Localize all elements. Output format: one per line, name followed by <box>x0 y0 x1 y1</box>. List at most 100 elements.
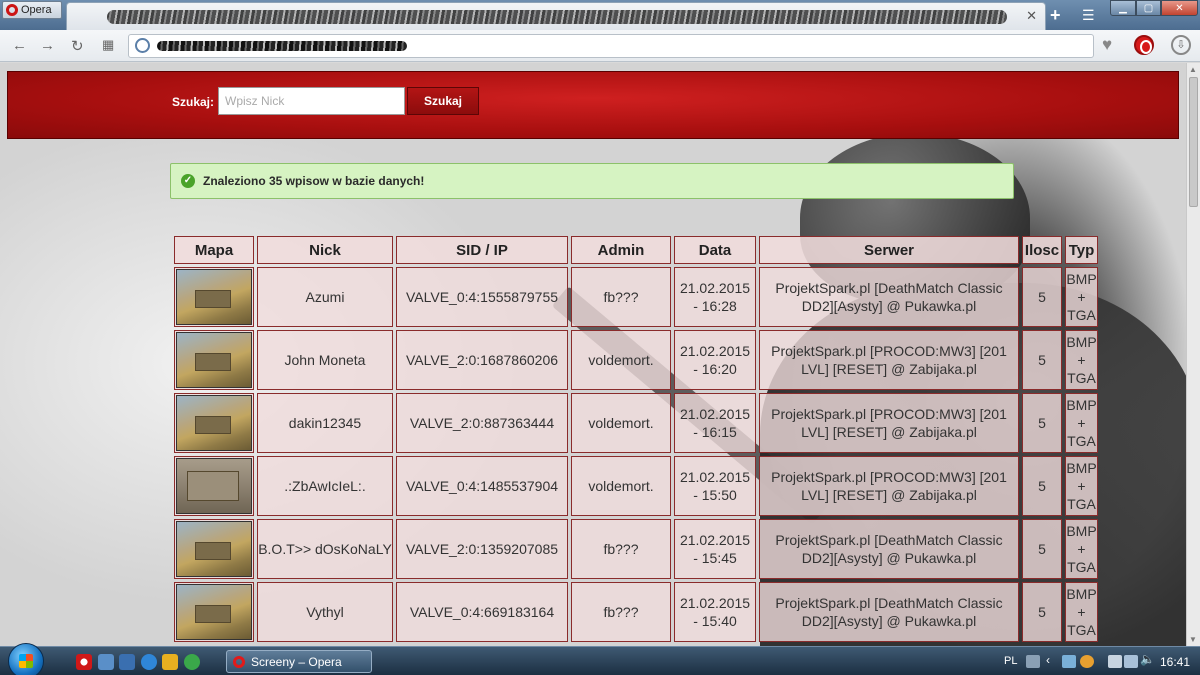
minimize-button[interactable]: ▁ <box>1110 0 1136 16</box>
type-line2: + <box>1077 289 1086 305</box>
keyboard-icon[interactable] <box>1026 655 1040 668</box>
opera-turbo-icon[interactable] <box>1134 35 1154 55</box>
search-button[interactable]: Szukaj <box>407 87 479 115</box>
reload-icon[interactable]: ↻ <box>71 37 84 55</box>
tab-close-icon[interactable]: ✕ <box>1026 8 1037 24</box>
sid-cell: VALVE_2:0:1359207085 <box>396 519 568 579</box>
count-cell: 5 <box>1022 456 1062 516</box>
map-thumbnail[interactable] <box>176 332 252 388</box>
date-text: 21.02.2015 <box>679 595 751 611</box>
sid-cell: VALVE_2:0:1687860206 <box>396 330 568 390</box>
search-input[interactable] <box>218 87 405 115</box>
clock[interactable]: 16:41 <box>1160 655 1190 669</box>
tray-expand-icon[interactable]: ‹ <box>1046 653 1060 667</box>
utorrent-icon[interactable] <box>184 654 200 670</box>
date-cell: 21.02.2015 - 15:45 <box>674 519 756 579</box>
server-text-line2: LVL] [RESET] @ Zabijaka.pl <box>801 424 977 440</box>
address-bar[interactable] <box>128 34 1094 58</box>
map-thumbnail[interactable] <box>176 269 252 325</box>
map-thumbnail[interactable] <box>176 395 252 451</box>
column-header-mapa[interactable]: Mapa <box>174 236 254 264</box>
new-tab-button[interactable]: + <box>1050 5 1061 26</box>
type-line3: TGA <box>1067 559 1096 575</box>
scroll-up-icon[interactable]: ▲ <box>1189 65 1197 74</box>
opera-menu-label: Opera <box>21 4 52 16</box>
redacted-url <box>157 41 407 51</box>
ie-icon[interactable] <box>141 654 157 670</box>
media-player-icon[interactable] <box>162 654 178 670</box>
column-header-typ[interactable]: Typ <box>1065 236 1098 264</box>
site-info-icon[interactable] <box>135 38 150 53</box>
type-line3: TGA <box>1067 370 1096 386</box>
time-text: - 15:45 <box>693 550 737 566</box>
column-header-data[interactable]: Data <box>674 236 756 264</box>
type-cell: BMP + TGA <box>1065 519 1098 579</box>
count-cell: 5 <box>1022 267 1062 327</box>
scroll-down-icon[interactable]: ▼ <box>1189 635 1197 644</box>
nick-cell: John Moneta <box>257 330 393 390</box>
server-text-line2: DD2][Asysty] @ Pukawka.pl <box>801 550 977 566</box>
type-line3: TGA <box>1067 496 1096 512</box>
opera-menu-button[interactable]: Opera <box>2 1 62 19</box>
table-row[interactable]: John Moneta VALVE_2:0:1687860206 voldemo… <box>174 330 1098 390</box>
sid-cell: VALVE_2:0:887363444 <box>396 393 568 453</box>
page-scrollbar[interactable]: ▲ ▼ <box>1186 63 1200 646</box>
volume-icon[interactable]: 🔈 <box>1140 652 1155 666</box>
nick-cell: Azumi <box>257 267 393 327</box>
scrollbar-thumb[interactable] <box>1189 77 1198 207</box>
bookmark-heart-icon[interactable]: ♥ <box>1102 35 1112 55</box>
taskbar-opera-window[interactable]: Screeny – Opera <box>226 650 372 673</box>
server-text-line1: ProjektSpark.pl [PROCOD:MW3] [201 <box>771 406 1007 422</box>
speed-dial-icon[interactable]: ▦ <box>102 37 114 53</box>
server-text-line2: LVL] [RESET] @ Zabijaka.pl <box>801 361 977 377</box>
forward-icon[interactable]: → <box>40 37 55 54</box>
network-icon[interactable] <box>1124 655 1138 668</box>
table-row[interactable]: Azumi VALVE_0:4:1555879755 fb??? 21.02.2… <box>174 267 1098 327</box>
table-row[interactable]: Vythyl VALVE_0:4:669183164 fb??? 21.02.2… <box>174 582 1098 642</box>
window-titlebar: Opera ✕ + ☰ ▁ ▢ ✕ <box>0 0 1200 30</box>
download-icon[interactable]: ⇩ <box>1171 35 1191 55</box>
time-text: - 16:28 <box>693 298 737 314</box>
server-text-line2: LVL] [RESET] @ Zabijaka.pl <box>801 487 977 503</box>
column-header-nick[interactable]: Nick <box>257 236 393 264</box>
column-header-serwer[interactable]: Serwer <box>759 236 1019 264</box>
map-thumbnail[interactable] <box>176 521 252 577</box>
admin-cell: fb??? <box>571 267 671 327</box>
tray-device-icon[interactable] <box>1108 655 1122 668</box>
server-text-line1: ProjektSpark.pl [DeathMatch Classic <box>775 595 1003 611</box>
maximize-button[interactable]: ▢ <box>1136 0 1161 16</box>
map-cell <box>174 267 254 327</box>
tray-avast-icon[interactable] <box>1080 655 1094 668</box>
explorer-icon[interactable] <box>119 654 135 670</box>
browser-tab[interactable]: ✕ <box>66 2 1046 30</box>
map-cell <box>174 582 254 642</box>
back-icon[interactable]: ← <box>12 37 27 54</box>
close-window-button[interactable]: ✕ <box>1161 0 1198 16</box>
date-cell: 21.02.2015 - 15:50 <box>674 456 756 516</box>
type-line1: BMP <box>1066 586 1097 602</box>
map-thumbnail[interactable] <box>176 458 252 514</box>
server-text-line2: DD2][Asysty] @ Pukawka.pl <box>801 613 977 629</box>
column-header-sid-ip[interactable]: SID / IP <box>396 236 568 264</box>
server-text-line2: DD2][Asysty] @ Pukawka.pl <box>801 298 977 314</box>
table-row[interactable]: dakin12345 VALVE_2:0:887363444 voldemort… <box>174 393 1098 453</box>
language-indicator[interactable]: PL <box>1004 655 1017 667</box>
column-header-admin[interactable]: Admin <box>571 236 671 264</box>
table-row[interactable]: .:ZbAwIcIeL:. VALVE_0:4:1485537904 volde… <box>174 456 1098 516</box>
map-thumbnail[interactable] <box>176 584 252 640</box>
time-text: - 16:15 <box>693 424 737 440</box>
opera-quicklaunch-icon[interactable] <box>76 654 92 670</box>
tray-app-icon[interactable] <box>1062 655 1076 668</box>
tab-menu-icon[interactable]: ☰ <box>1082 7 1095 24</box>
nick-cell: .:ZbAwIcIeL:. <box>257 456 393 516</box>
start-button[interactable] <box>8 643 44 675</box>
time-text: - 16:20 <box>693 361 737 377</box>
table-row[interactable]: B.O.T>> dOsKoNaLY VALVE_2:0:1359207085 f… <box>174 519 1098 579</box>
type-cell: BMP + TGA <box>1065 582 1098 642</box>
alert-message: Znaleziono 35 wpisow w bazie danych! <box>203 174 425 188</box>
type-line3: TGA <box>1067 433 1096 449</box>
count-cell: 5 <box>1022 393 1062 453</box>
admin-cell: voldemort. <box>571 330 671 390</box>
column-header-ilosc[interactable]: Ilosc <box>1022 236 1062 264</box>
desktop-icon[interactable] <box>98 654 114 670</box>
